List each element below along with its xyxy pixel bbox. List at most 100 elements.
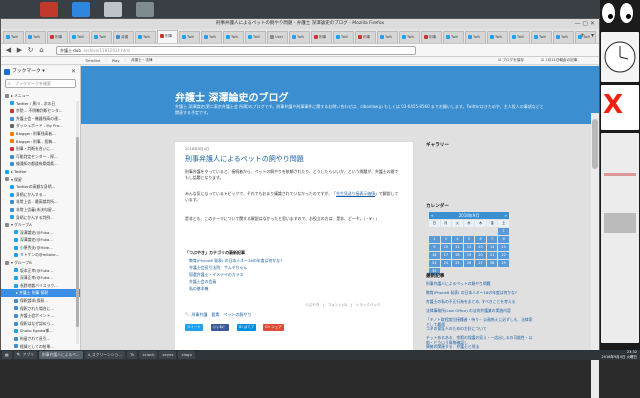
recent-post-link[interactable]: 情勢の関連する、弁護士と刑法 — [426, 344, 536, 349]
browser-tab[interactable]: Twit — [69, 31, 90, 43]
bookmark-item[interactable]: 深澤論史(@Fuka... — [1, 236, 80, 244]
calendar-day[interactable]: 11 — [452, 244, 463, 251]
browser-tab[interactable]: Twit — [3, 31, 24, 43]
browser-tab[interactable]: Twit — [179, 31, 200, 43]
sidebar-title[interactable]: ブックマーク ▾ — [12, 69, 45, 74]
taskbar-item[interactable]: xclock — [139, 351, 158, 359]
bookmark-item-timeline[interactable]: Timeline — [85, 59, 100, 63]
share-button[interactable]: いいね！ — [211, 324, 229, 331]
bookmark-item[interactable]: 非常上告 - 最高裁判所... — [1, 198, 80, 206]
recent-post-link[interactable]: 法律事務所(Law Office) の法的弁護業の実施内容 — [426, 308, 536, 313]
window-controls[interactable]: — ▢ ✕ — [574, 20, 595, 28]
calendar-day[interactable]: 4 — [452, 236, 463, 243]
bookmark-item[interactable]: ▸ Twitter — [1, 168, 80, 176]
bookmark-item[interactable]: 親通知の都道府県県県... — [1, 160, 80, 168]
bookmark-search-input[interactable]: ⌕ ブックマークを検索 — [5, 79, 76, 88]
desktop-launcher-folder-icon[interactable] — [72, 2, 90, 17]
browser-tab[interactable]: Twit — [25, 31, 46, 43]
share-button[interactable]: G+ シェア — [263, 324, 284, 331]
bookmark-item[interactable]: Blogger: 刑事残高者... — [1, 130, 80, 138]
browser-tab[interactable]: 刑事 — [157, 30, 178, 43]
taskbar-item[interactable]: 🔍 アプリ — [13, 351, 37, 359]
background-window[interactable] — [601, 133, 639, 343]
bookmark-item[interactable]: ミトケンの@mitoke... — [1, 251, 80, 259]
recent-post-link[interactable]: 教育(Phone8 発表) の日本人ネ〜18の年度は何かな? — [426, 290, 536, 295]
bookmark-item[interactable]: Shoko Egawa様... — [1, 327, 80, 335]
post-title[interactable]: 刑事弁護人によるペットの飼やり問題 — [185, 154, 304, 164]
browser-tab[interactable]: Twit — [201, 31, 222, 43]
bookmark-item[interactable]: Blogger: 刑事 - 投稿... — [1, 138, 80, 146]
desktop-launcher-app-icon[interactable] — [136, 2, 154, 17]
bookmark-item[interactable]: 非常上告審(未決勾留... — [1, 206, 80, 214]
calendar-day[interactable]: 17 — [440, 252, 452, 259]
bookmark-item[interactable]: 深澤正幸(@Fuka... — [1, 274, 80, 282]
browser-tab[interactable]: Twit — [333, 31, 354, 43]
recent-post-link[interactable]: 刑事弁護人によるペットの飼やり問題 — [426, 281, 536, 286]
browser-tab[interactable]: Twit — [465, 31, 486, 43]
bookmark-item[interactable]: 保釈請求(保釈... — [1, 297, 80, 305]
page-scroll-thumb[interactable] — [592, 119, 598, 169]
sidebar-scroll-thumb[interactable] — [76, 137, 79, 327]
calendar-day[interactable]: 27 — [475, 260, 486, 267]
calendar-day[interactable]: 6 — [475, 236, 486, 243]
bookmark-item[interactable]: 弁護士会・機器残高の連... — [1, 115, 80, 123]
tab-controls[interactable]: + ▾ — [580, 32, 596, 39]
calendar-day[interactable]: 7 — [486, 236, 498, 243]
bookmark-item[interactable]: ▸ メニュー — [1, 92, 80, 100]
related-article-link[interactable]: 国選弁護士・イメテイのカラス — [189, 272, 243, 278]
browser-tab[interactable]: Twit — [399, 31, 420, 43]
related-article-link[interactable]: 教育(Phone8 発表) の日本人ネ〜18の年度は何かな? — [189, 258, 282, 264]
home-button[interactable]: ⌂ — [37, 46, 46, 55]
calendar-day[interactable]: 13 — [475, 244, 486, 251]
browser-tab[interactable]: Twit — [223, 31, 244, 43]
bookmark-item[interactable]: 拘留されて長引... — [1, 335, 80, 343]
browser-tab[interactable]: Twit — [91, 31, 112, 43]
reload-button[interactable]: ↻ — [26, 46, 35, 55]
bookmark-item[interactable]: ダッシュボード - My Pro... — [1, 122, 80, 130]
browser-tab[interactable]: 刑事 — [355, 31, 376, 43]
calendar-day[interactable]: 22 — [498, 252, 509, 259]
bookmark-item[interactable]: 坂本正幸(@Fuka... — [1, 267, 80, 275]
desktop-launcher-red-icon[interactable] — [40, 2, 58, 17]
bookmark-item[interactable]: 保釈はなぜ認めら... — [1, 320, 80, 328]
bookmark-check-save-blog[interactable]: ☑ ブログを保存 — [498, 58, 524, 63]
forward-button[interactable]: ▶ — [15, 46, 24, 55]
calendar-prev-button[interactable]: « — [431, 212, 433, 219]
browser-tab[interactable]: Twit — [245, 31, 266, 43]
calendar-day[interactable]: 8 — [498, 236, 509, 243]
bookmark-item[interactable]: ▾ グループB — [1, 259, 80, 267]
bookmark-item[interactable]: 身柄にかんする… — [1, 191, 80, 199]
calendar-day[interactable]: 25 — [452, 260, 463, 267]
bookmark-item[interactable]: 深澤論史(@Fuka... — [1, 229, 80, 237]
xclock-window[interactable] — [601, 32, 639, 82]
bookmark-item[interactable]: ▾ グループA — [1, 221, 80, 229]
calendar-day[interactable]: 1 — [498, 228, 509, 235]
browser-tab[interactable]: Twit — [531, 31, 552, 43]
calendar-next-button[interactable]: » — [505, 212, 507, 219]
share-button[interactable]: B! はてブ — [237, 324, 256, 331]
bookmark-item[interactable]: Twitter / 黒川 - 次の日 — [1, 100, 80, 108]
calendar-day[interactable]: 9 — [429, 244, 440, 251]
bookmark-check-article[interactable]: ☑ 1月11日朝倉の記事 — [541, 58, 577, 63]
bookmark-item[interactable]: 京院... 不明瞭判断センタ... — [1, 107, 80, 115]
calendar-day[interactable]: 15 — [498, 244, 509, 251]
related-article-link[interactable]: 弁護士会役引法院 サムヤちゃん — [189, 265, 247, 271]
browser-tab[interactable]: 刑事 — [47, 31, 68, 43]
calendar-day[interactable]: 14 — [486, 244, 498, 251]
browser-tab[interactable]: Twit — [443, 31, 464, 43]
related-article-link[interactable]: 弁護士会の会員 — [189, 279, 216, 285]
browser-tab[interactable]: Twit — [553, 31, 574, 43]
calendar-day[interactable]: 10 — [440, 244, 452, 251]
browser-tab[interactable]: User — [267, 31, 288, 43]
browser-tab[interactable]: Twit — [289, 31, 310, 43]
calendar-day[interactable]: 23 — [429, 260, 440, 267]
calendar-day[interactable]: 20 — [475, 252, 486, 259]
post-tag-list[interactable]: 刑事弁護 要素 ペットの飼やり — [191, 312, 251, 317]
calendar-day[interactable]: 26 — [463, 260, 475, 267]
post-footer[interactable]: つぶやき | コメント(0) | トラックバック — [305, 303, 381, 308]
taskbar-item[interactable]: xlogo — [178, 351, 195, 359]
bookmark-item[interactable]: 可能判定センター - 探... — [1, 153, 80, 161]
browser-tab[interactable]: 刑事 — [421, 31, 442, 43]
calendar-day[interactable]: 19 — [463, 252, 475, 259]
taskbar-item[interactable]: 刑事弁護人によるペ... — [38, 351, 83, 359]
